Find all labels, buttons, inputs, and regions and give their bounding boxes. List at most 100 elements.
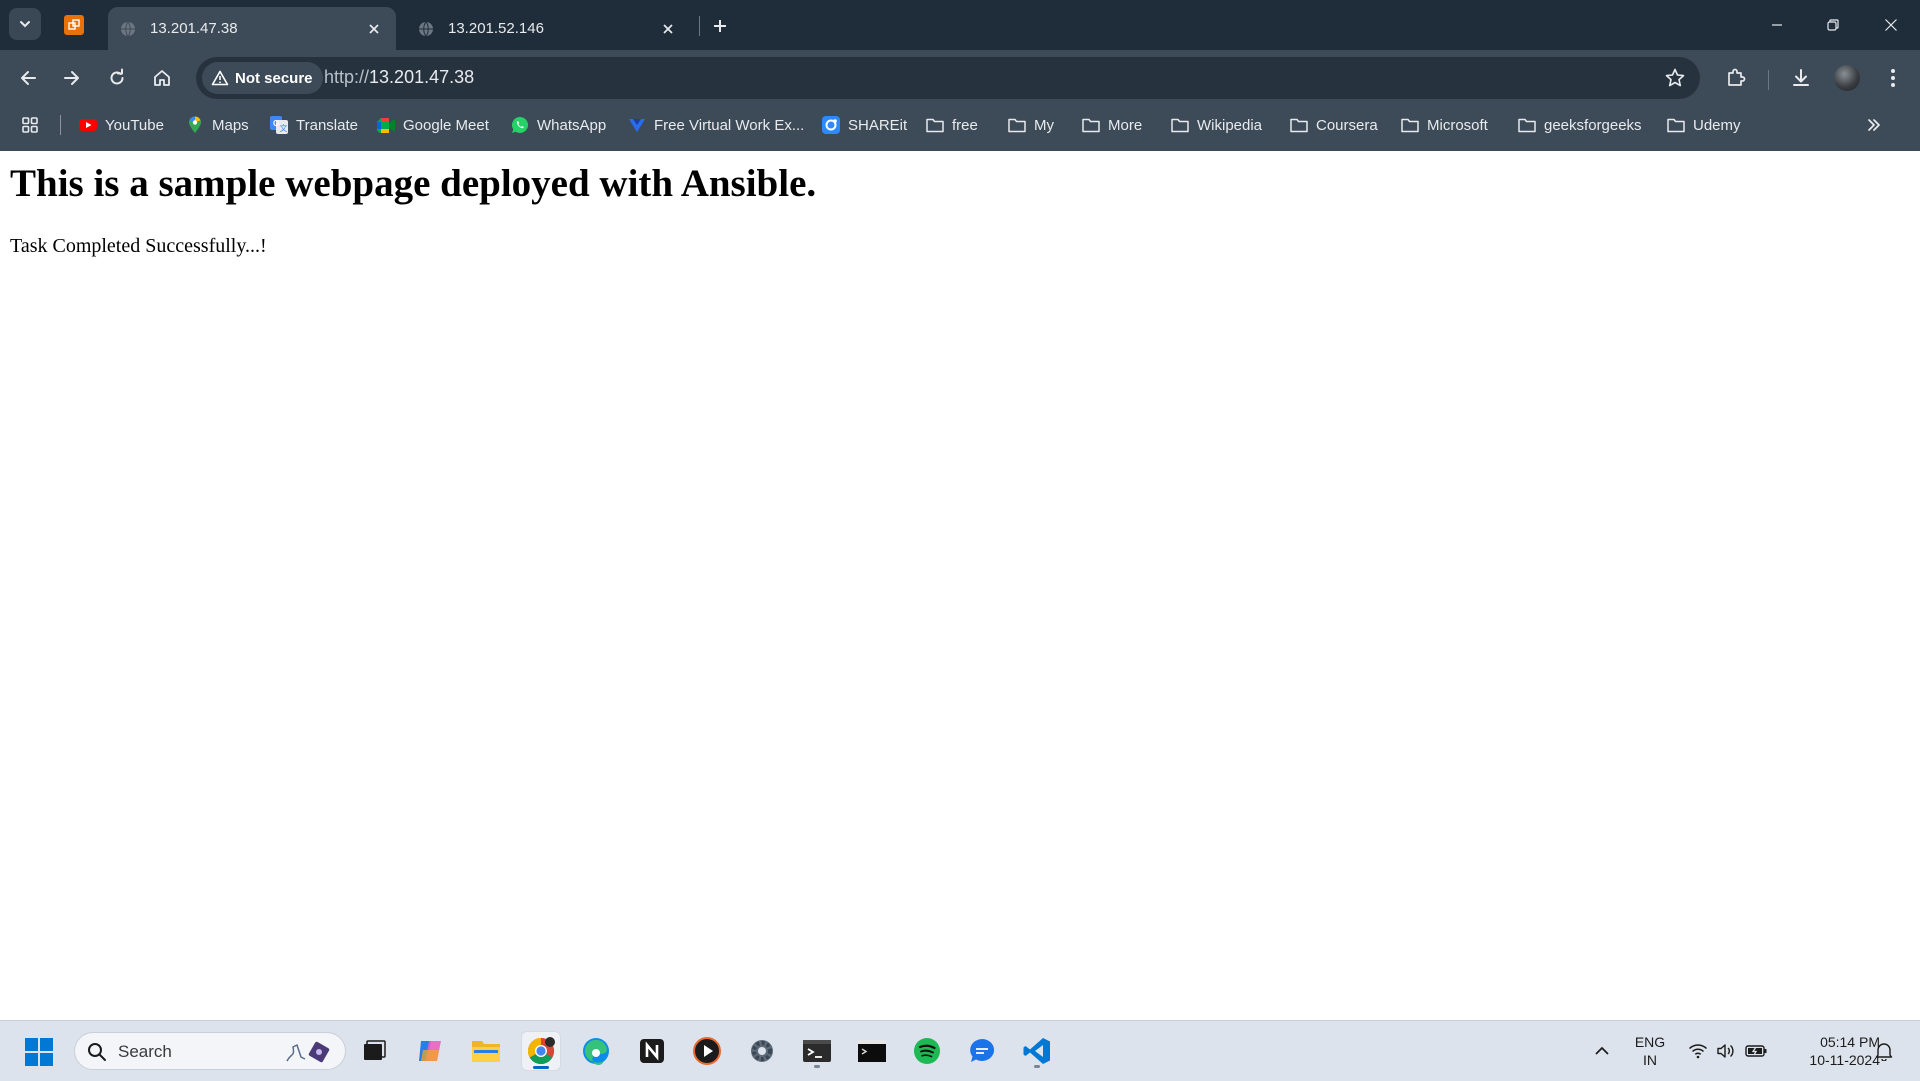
bookmark-folder-coursera[interactable]: Coursera [1290, 106, 1378, 144]
bookmark-label: Free Virtual Work Ex... [654, 116, 805, 134]
tab-close-button[interactable] [658, 19, 678, 39]
region-code: IN [1643, 1052, 1657, 1068]
wifi-status[interactable] [1686, 1021, 1710, 1081]
messenger-button[interactable] [962, 1031, 1002, 1071]
bookmark-shareit[interactable]: SHAREit [822, 106, 907, 144]
toolbar-separator [1768, 70, 1769, 90]
tab-active[interactable]: 13.201.47.38 [108, 7, 396, 50]
bookmark-label: Google Meet [403, 116, 489, 134]
address-bar[interactable]: Not secure http://13.201.47.38 [196, 57, 1700, 99]
downloads-button[interactable] [1785, 62, 1817, 94]
task-view-button[interactable] [354, 1031, 394, 1071]
close-window-button[interactable] [1876, 10, 1906, 40]
warning-icon [211, 70, 229, 86]
terminal-button[interactable] [797, 1031, 837, 1071]
security-indicator[interactable]: Not secure [202, 62, 323, 94]
svg-text:文: 文 [280, 123, 288, 133]
minimize-icon [1772, 24, 1782, 26]
minimize-button[interactable] [1762, 10, 1792, 40]
chrome-button[interactable] [521, 1031, 561, 1071]
edge-button[interactable] [576, 1031, 616, 1071]
forward-button[interactable] [56, 62, 88, 94]
tab-inactive[interactable]: 13.201.52.146 [406, 7, 690, 50]
menu-button[interactable] [1877, 62, 1909, 94]
tab-group-icon[interactable] [64, 15, 84, 35]
bookmark-folder-my[interactable]: My [1008, 106, 1054, 144]
running-indicator [533, 1066, 549, 1069]
search-highlight-icon [286, 1041, 330, 1063]
show-hidden-icons-button[interactable] [1590, 1021, 1614, 1081]
url-scheme: http:// [324, 67, 370, 87]
chevron-down-icon [20, 21, 30, 28]
more-vertical-icon [1891, 69, 1895, 87]
url-text[interactable]: http://13.201.47.38 [324, 67, 474, 88]
battery-charging-icon [1745, 1045, 1767, 1057]
bookmark-label: Udemy [1693, 116, 1741, 134]
settings-button[interactable] [742, 1031, 782, 1071]
copilot-icon [419, 1041, 441, 1061]
bookmark-label: geeksforgeeks [1544, 116, 1642, 134]
bookmark-maps[interactable]: Maps [186, 106, 249, 144]
volume-status[interactable] [1714, 1021, 1738, 1081]
spotify-button[interactable] [907, 1031, 947, 1071]
notifications-button[interactable] [1872, 1021, 1896, 1081]
tab-search-button[interactable] [9, 8, 41, 40]
tab-close-button[interactable] [364, 19, 384, 39]
restore-button[interactable] [1818, 10, 1848, 40]
bookmark-free-virtual-work[interactable]: Free Virtual Work Ex... [628, 106, 804, 144]
language-indicator[interactable]: ENG IN [1620, 1033, 1680, 1069]
bookmark-star-button[interactable] [1664, 67, 1686, 89]
home-button[interactable] [146, 62, 178, 94]
page-message: Task Completed Successfully...! [10, 235, 267, 257]
globe-icon [121, 21, 135, 36]
bookmark-folder-geeksforgeeks[interactable]: geeksforgeeks [1518, 106, 1642, 144]
chevron-up-icon [1595, 1046, 1609, 1055]
youtube-icon [79, 116, 97, 134]
windows-icon [25, 1038, 53, 1066]
more-bookmarks-button[interactable] [1866, 106, 1882, 144]
media-player-button[interactable] [687, 1031, 727, 1071]
copilot-button[interactable] [410, 1031, 450, 1071]
whatsapp-icon [511, 116, 529, 134]
notion-button[interactable] [632, 1031, 672, 1071]
bookmark-folder-microsoft[interactable]: Microsoft [1401, 106, 1488, 144]
bookmark-folder-free[interactable]: free [926, 106, 978, 144]
bookmark-folder-more[interactable]: More [1082, 106, 1142, 144]
file-explorer-button[interactable] [466, 1031, 506, 1071]
bookmark-folder-udemy[interactable]: Udemy [1667, 106, 1741, 144]
search-icon [88, 1043, 106, 1061]
apps-button[interactable] [21, 106, 39, 144]
bookmark-google-meet[interactable]: Google Meet [377, 106, 489, 144]
bookmark-folder-wikipedia[interactable]: Wikipedia [1171, 106, 1262, 144]
bookmark-translate[interactable]: G文 Translate [270, 106, 358, 144]
reload-button[interactable] [101, 62, 133, 94]
download-icon [1793, 69, 1809, 86]
back-button[interactable] [12, 62, 44, 94]
bookmark-label: free [952, 116, 978, 134]
command-prompt-button[interactable] [852, 1031, 892, 1071]
forage-icon [628, 116, 646, 134]
start-button[interactable] [24, 1037, 54, 1067]
close-icon [1885, 19, 1897, 31]
arrow-left-icon [21, 71, 36, 85]
profile-avatar[interactable] [1834, 65, 1860, 91]
battery-status[interactable] [1744, 1021, 1768, 1081]
search-placeholder: Search [118, 1042, 172, 1061]
bookmark-youtube[interactable]: YouTube [79, 106, 164, 144]
star-icon [1665, 68, 1685, 87]
folder-icon [1290, 116, 1308, 134]
close-icon [663, 23, 673, 34]
bookmark-whatsapp[interactable]: WhatsApp [511, 106, 606, 144]
new-tab-button[interactable] [706, 12, 734, 40]
messenger-icon [970, 1038, 995, 1062]
restore-icon [1827, 19, 1839, 31]
extensions-button[interactable] [1720, 62, 1752, 94]
bookmarks-divider [60, 115, 61, 135]
taskbar-search[interactable]: Search [74, 1032, 346, 1070]
task-view-icon [364, 1040, 386, 1060]
bookmark-label: Microsoft [1427, 116, 1488, 134]
clock[interactable]: 05:14 PM 10-11-2024 [1780, 1033, 1880, 1069]
vscode-button[interactable] [1017, 1031, 1057, 1071]
clock-date: 10-11-2024 [1809, 1052, 1880, 1068]
wifi-icon [1688, 1044, 1708, 1059]
